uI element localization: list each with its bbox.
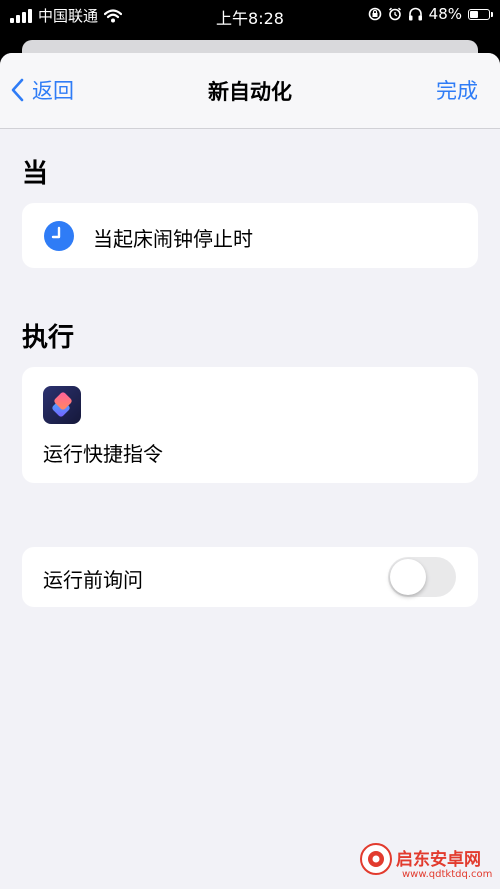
battery-percent: 48% [428,5,462,23]
trigger-row[interactable]: 当起床闹钟停止时 [22,203,478,268]
watermark-url: www.qdtktdq.com [402,869,493,880]
battery-icon [468,8,493,20]
new-automation-sheet: 返回 新自动化 完成 当 当起床闹钟停止时 执行 运行快捷指令 运行前询问 启东… [0,53,500,889]
battery-level [470,10,478,18]
status-bar: 中国联通 上午8:28 48% [0,0,500,30]
status-bar-right: 48% [368,5,493,23]
ask-before-running-label: 运行前询问 [43,568,143,592]
action-card[interactable]: 运行快捷指令 [22,367,478,483]
headphones-icon [408,7,422,21]
watermark-logo-icon [360,843,392,875]
watermark-brand: 启东安卓网 [396,850,481,870]
toggle-knob [390,559,426,595]
orientation-lock-icon [368,7,381,21]
action-section-header: 执行 [22,323,75,353]
clock-icon [44,221,74,251]
alarm-icon [388,7,401,21]
shortcuts-app-icon[interactable] [43,386,81,424]
ask-before-running-row: 运行前询问 [22,547,478,607]
page-title: 新自动化 [208,80,292,104]
navigation-bar: 返回 新自动化 完成 [0,53,500,129]
site-watermark: 启东安卓网 www.qdtktdq.com [350,839,500,889]
ask-before-running-toggle[interactable] [388,557,456,597]
trigger-row-label: 当起床闹钟停止时 [93,227,253,251]
done-button[interactable]: 完成 [436,75,478,105]
trigger-section-header: 当 [22,159,49,189]
action-row-label: 运行快捷指令 [43,442,163,466]
